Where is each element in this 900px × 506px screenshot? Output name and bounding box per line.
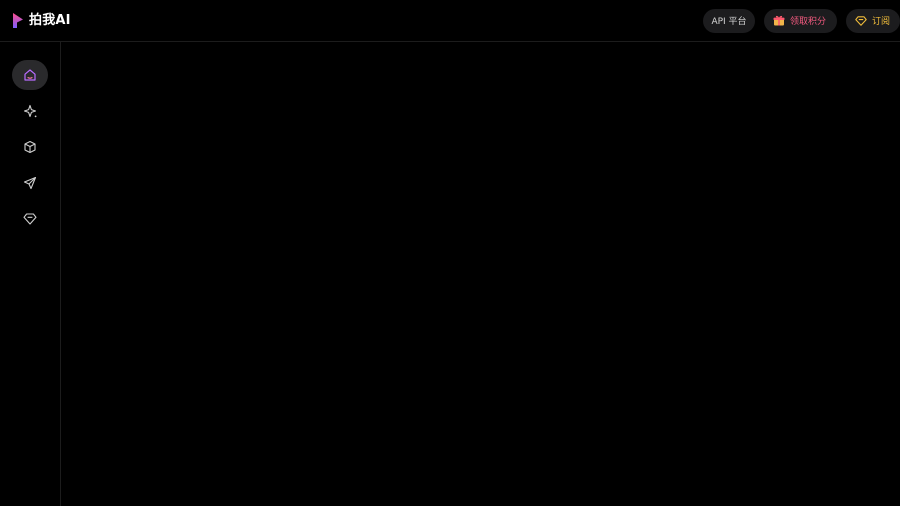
- sidebar-item-home[interactable]: [12, 60, 48, 90]
- sidebar-item-share[interactable]: [12, 168, 48, 198]
- subscribe-button[interactable]: 订阅: [846, 8, 900, 33]
- brand-logo-icon: [13, 13, 23, 28]
- diamond-icon: [23, 213, 37, 225]
- sidebar-item-subscription[interactable]: [12, 204, 48, 234]
- header-actions: API 平台 领取积分 订阅: [703, 8, 900, 33]
- gift-icon: [773, 15, 785, 26]
- subscribe-label: 订阅: [872, 17, 891, 27]
- send-icon: [23, 176, 37, 190]
- sidebar: [0, 42, 61, 506]
- brand-name: 拍我AI: [29, 13, 71, 28]
- claim-points-button[interactable]: 领取积分: [764, 8, 837, 33]
- sparkle-icon: [23, 104, 36, 117]
- sidebar-item-create[interactable]: [12, 96, 48, 126]
- app-window: 拍我AI API 平台 领取积分 订阅: [0, 0, 900, 506]
- api-platform-label: API 平台: [711, 17, 747, 27]
- sidebar-item-assets[interactable]: [12, 132, 48, 162]
- home-icon: [24, 69, 36, 81]
- brand[interactable]: 拍我AI: [12, 12, 71, 29]
- top-bar: 拍我AI API 平台 领取积分 订阅: [0, 0, 900, 42]
- main-content: [61, 42, 900, 506]
- cube-icon: [24, 140, 36, 154]
- diamond-icon: [855, 15, 867, 26]
- claim-points-label: 领取积分: [790, 17, 827, 27]
- api-platform-button[interactable]: API 平台: [703, 8, 755, 33]
